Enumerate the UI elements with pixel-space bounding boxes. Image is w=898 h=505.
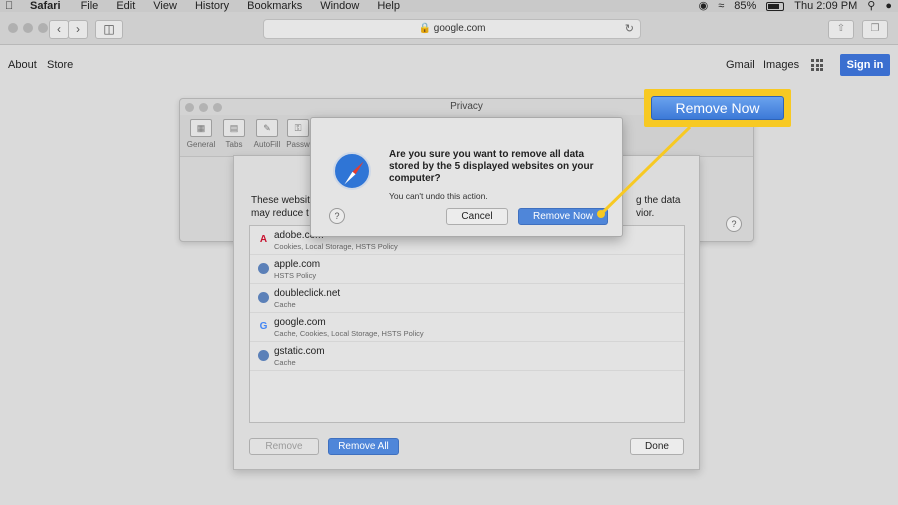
creative-cloud-icon[interactable]: ◉: [699, 0, 709, 12]
menu-bookmarks[interactable]: Bookmarks: [247, 0, 302, 12]
spotlight-search-icon[interactable]: ⚲: [867, 0, 875, 12]
sign-in-button[interactable]: Sign in: [840, 54, 890, 76]
list-item[interactable]: doubleclick.net Cache: [250, 284, 684, 313]
cancel-button[interactable]: Cancel: [446, 208, 508, 225]
tab-autofill-label: AutoFill: [253, 140, 281, 149]
remove-button[interactable]: Remove: [249, 438, 319, 455]
menu-list: Safari File Edit View History Bookmarks …: [30, 0, 418, 12]
about-link[interactable]: About: [8, 59, 37, 71]
menu-bar:  Safari File Edit View History Bookmark…: [0, 0, 898, 12]
reload-icon[interactable]: ↻: [625, 20, 634, 38]
site-domain: doubleclick.net: [274, 288, 341, 299]
wifi-icon[interactable]: ≈: [718, 0, 724, 12]
battery-percent: 85%: [734, 0, 757, 12]
site-data-types: Cookies, Local Storage, HSTS Policy: [274, 242, 398, 251]
site-data-types: HSTS Policy: [274, 271, 317, 280]
sheet-description-right2: vior.: [636, 208, 655, 219]
tab-passwords[interactable]: ⚿ Passw: [283, 119, 313, 149]
apple-menu-icon[interactable]: : [5, 0, 13, 12]
sheet-description-right: g the data vior.: [636, 194, 696, 220]
google-icon: G: [259, 321, 268, 332]
list-item[interactable]: apple.com HSTS Policy: [250, 255, 684, 284]
site-data-types: Cache: [274, 358, 296, 367]
siri-icon[interactable]: ●: [885, 0, 892, 12]
site-domain: apple.com: [274, 259, 321, 270]
list-item[interactable]: gstatic.com Cache: [250, 342, 684, 371]
remove-now-button[interactable]: Remove Now: [518, 208, 608, 225]
address-url: google.com: [433, 23, 486, 34]
site-domain: google.com: [274, 317, 326, 328]
safari-toolbar: ‹ › ◫ 🔒 google.com ↻ ⇧ ❐: [0, 12, 898, 45]
menu-edit[interactable]: Edit: [116, 0, 135, 12]
list-item[interactable]: G google.com Cache, Cookies, Local Stora…: [250, 313, 684, 342]
remove-all-button[interactable]: Remove All: [328, 438, 399, 455]
battery-icon[interactable]: [766, 1, 785, 11]
back-button[interactable]: ‹: [49, 20, 69, 39]
done-button[interactable]: Done: [630, 438, 684, 455]
website-data-list[interactable]: A adobe.com Cookies, Local Storage, HSTS…: [249, 225, 685, 423]
menu-file[interactable]: File: [81, 0, 99, 12]
tab-tabs-label: Tabs: [225, 140, 243, 149]
clock[interactable]: Thu 2:09 PM: [794, 0, 857, 12]
adobe-icon: A: [259, 234, 268, 245]
tab-passwords-label: Passw: [286, 140, 310, 149]
prefs-help-icon[interactable]: ?: [726, 216, 742, 232]
tabs-icon: ▤: [223, 119, 245, 137]
menu-history[interactable]: History: [195, 0, 229, 12]
menu-app-safari[interactable]: Safari: [30, 0, 61, 12]
globe-icon: [258, 263, 269, 274]
passwords-key-icon: ⚿: [287, 119, 309, 137]
autofill-pencil-icon: ✎: [256, 119, 278, 137]
callout-remove-now-label: Remove Now: [651, 96, 784, 120]
safari-compass-icon: [333, 152, 371, 190]
menu-view[interactable]: View: [153, 0, 177, 12]
site-domain: gstatic.com: [274, 346, 325, 357]
alert-help-icon[interactable]: ?: [329, 208, 345, 224]
tab-general-label: General: [186, 140, 216, 149]
globe-icon: [258, 292, 269, 303]
site-data-types: Cache: [274, 300, 296, 309]
close-window-button[interactable]: [8, 23, 18, 33]
images-link[interactable]: Images: [763, 59, 799, 71]
alert-message: Are you sure you want to remove all data…: [389, 149, 594, 184]
general-icon: ▦: [190, 119, 212, 137]
sidebar-toggle-button[interactable]: ◫: [95, 20, 123, 39]
menu-help[interactable]: Help: [377, 0, 400, 12]
lock-icon: 🔒: [418, 23, 431, 34]
callout-highlight: Remove Now: [644, 89, 791, 127]
menu-window[interactable]: Window: [320, 0, 359, 12]
forward-button[interactable]: ›: [68, 20, 88, 39]
share-button[interactable]: ⇧: [828, 20, 854, 39]
store-link[interactable]: Store: [47, 59, 73, 71]
remove-data-confirmation-dialog: Are you sure you want to remove all data…: [310, 117, 623, 237]
alert-subtext: You can't undo this action.: [389, 191, 488, 201]
menu-extras: ◉ ≈ 85% Thu 2:09 PM ⚲ ●: [699, 0, 892, 12]
tab-overview-button[interactable]: ❐: [862, 20, 888, 39]
sheet-description-right1: g the data: [636, 195, 681, 206]
zoom-window-button[interactable]: [38, 23, 48, 33]
minimize-window-button[interactable]: [23, 23, 33, 33]
google-apps-icon[interactable]: [811, 59, 823, 71]
address-bar[interactable]: 🔒 google.com ↻: [263, 19, 641, 39]
gmail-link[interactable]: Gmail: [726, 59, 755, 71]
globe-icon: [258, 350, 269, 361]
site-data-types: Cache, Cookies, Local Storage, HSTS Poli…: [274, 329, 424, 338]
tab-autofill[interactable]: ✎ AutoFill: [247, 119, 287, 149]
